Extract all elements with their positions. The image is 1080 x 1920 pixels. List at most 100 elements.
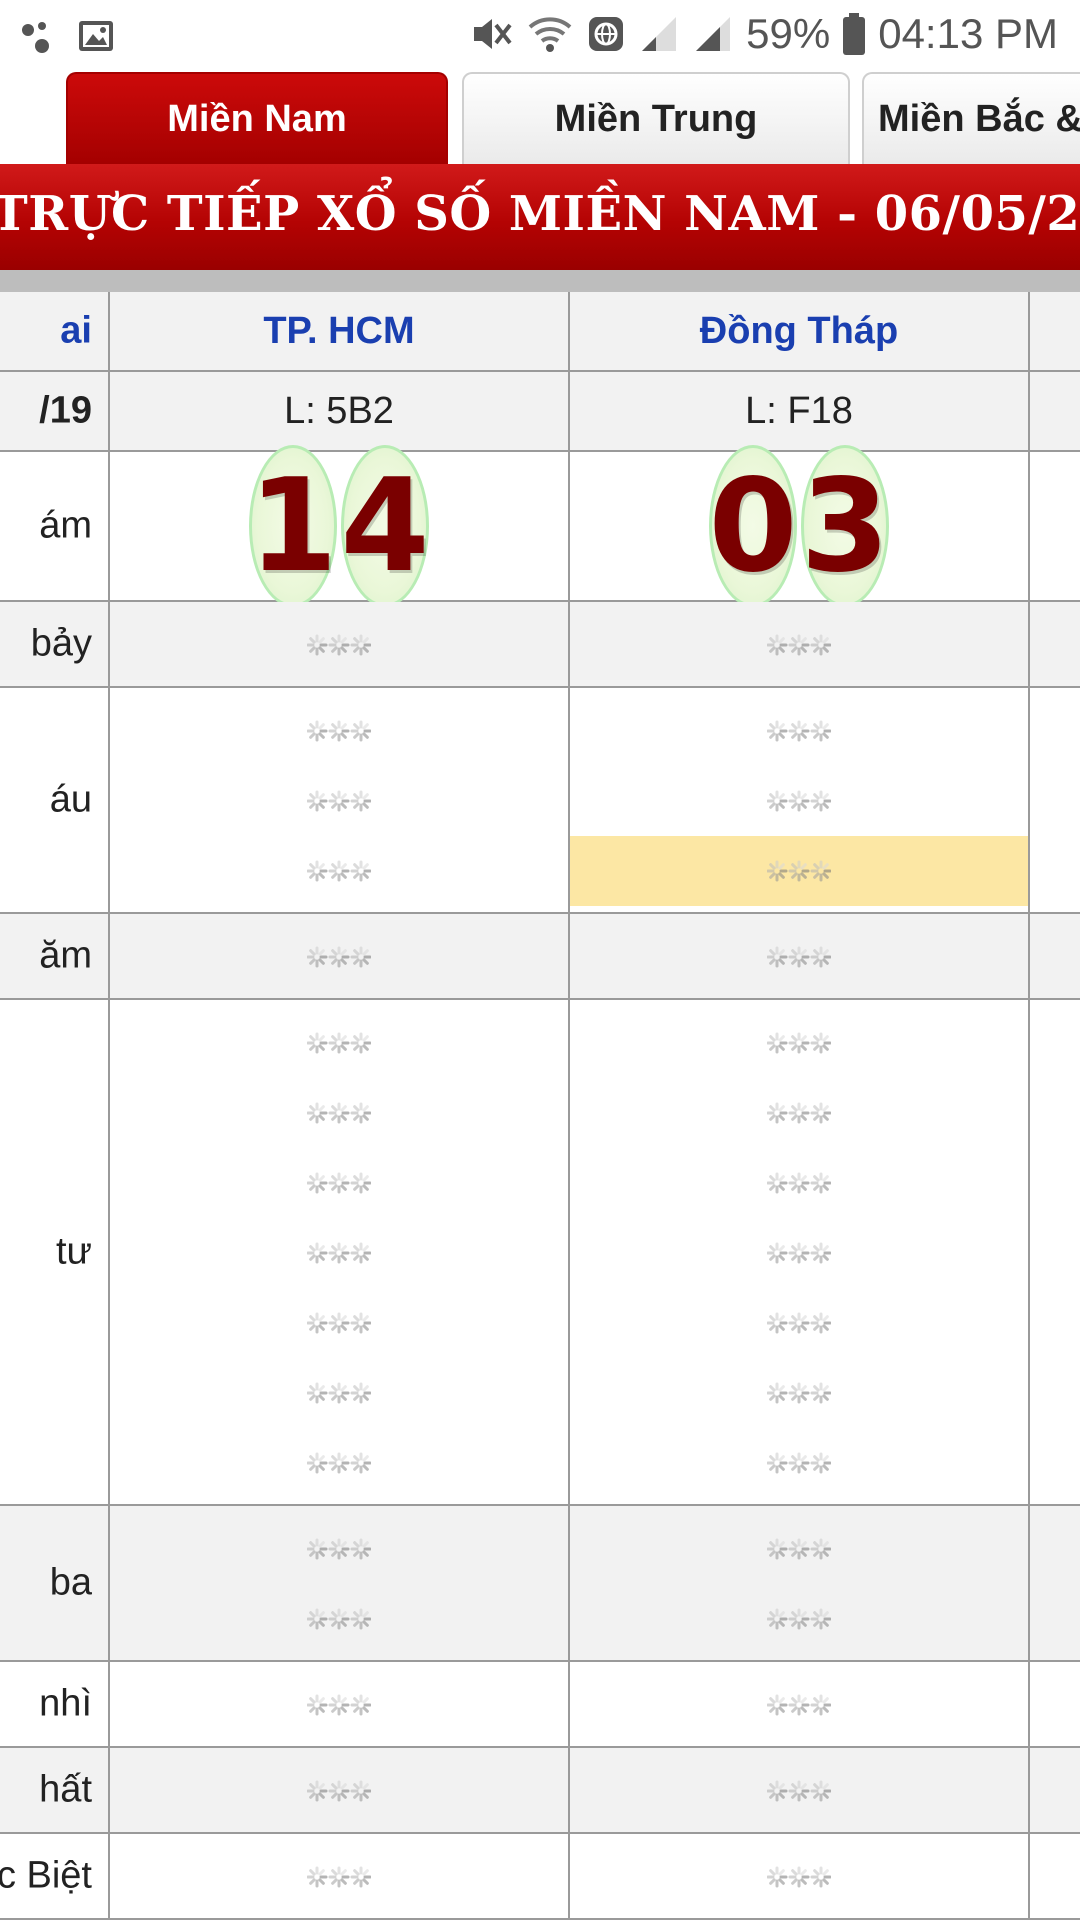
prize-result-cell	[110, 914, 568, 998]
header-label-cell: ai	[0, 292, 108, 370]
loading-spinner-icon	[307, 1382, 371, 1404]
prize-label: bảy	[30, 622, 92, 665]
lot-code-cell: L: F18	[570, 372, 1028, 450]
lot-code: L: 5B2	[284, 389, 394, 432]
result-slot	[110, 610, 568, 680]
signal-icon	[638, 13, 680, 55]
result-slot	[110, 1842, 568, 1912]
result-slot	[570, 1670, 1028, 1740]
column-divider	[1028, 292, 1030, 1920]
result-slot	[110, 1008, 568, 1078]
battery-icon	[842, 12, 866, 56]
result-slot	[110, 1756, 568, 1826]
prize-result-cell	[110, 1506, 568, 1660]
overflow-cell	[1030, 292, 1080, 370]
loading-spinner-icon	[767, 946, 831, 968]
loading-spinner-icon	[767, 1538, 831, 1560]
loading-spinner-icon	[767, 720, 831, 742]
overflow-cell	[1030, 452, 1080, 600]
result-slot	[570, 1358, 1028, 1428]
prize-row: nhì	[0, 1662, 1080, 1748]
result-slot	[110, 1584, 568, 1654]
results-banner: TRỰC TIẾP XỔ SỐ MIỀN NAM - 06/05/2019	[0, 164, 1080, 270]
battery-percent: 59%	[746, 10, 831, 57]
province-cell: TP. HCM	[110, 292, 568, 370]
result-slot	[570, 1584, 1028, 1654]
result-slots	[570, 1834, 1028, 1912]
prize-result-cell	[110, 1662, 568, 1746]
result-slots	[110, 914, 568, 992]
lot-row: /19 L: 5B2 L: F18	[0, 372, 1080, 452]
overflow-cell	[1030, 1000, 1080, 1504]
loading-spinner-icon	[767, 634, 831, 656]
prize-result-cell	[570, 688, 1028, 912]
result-slot	[570, 1288, 1028, 1358]
clock: 04:13 PM	[878, 10, 1058, 57]
result-slot	[110, 1288, 568, 1358]
result-slot	[570, 1514, 1028, 1584]
result-slot	[570, 1148, 1028, 1218]
prize-result-cell	[570, 1662, 1028, 1746]
result-slots	[110, 1662, 568, 1740]
prize-result-cell	[570, 1748, 1028, 1832]
prize-label: hất	[39, 1768, 92, 1811]
result-slots	[570, 914, 1028, 992]
prize-row: áu	[0, 688, 1080, 914]
prize-label: ám	[39, 504, 92, 547]
result-slot	[110, 1670, 568, 1740]
loading-spinner-icon	[307, 790, 371, 812]
prize-label-cell: áu	[0, 688, 108, 912]
result-slots	[570, 1748, 1028, 1826]
loading-spinner-icon	[307, 1608, 371, 1630]
loading-spinner-icon	[767, 1866, 831, 1888]
prize-row: ám 1 4 0 3	[0, 445, 1080, 607]
loading-spinner-icon	[767, 1694, 831, 1716]
result-slot	[110, 1358, 568, 1428]
prize-row: ba	[0, 1506, 1080, 1662]
status-bar: 59% 04:13 PM	[0, 0, 1080, 72]
loading-spinner-icon	[307, 1242, 371, 1264]
result-slot	[570, 1078, 1028, 1148]
loading-spinner-icon	[307, 1172, 371, 1194]
prize-label: c Biệt	[0, 1854, 92, 1897]
lot-code-cell: L: 5B2	[110, 372, 568, 450]
header-row: ai TP. HCM Đồng Tháp	[0, 292, 1080, 372]
prize-result-cell	[570, 1506, 1028, 1660]
result-slot	[570, 836, 1028, 906]
result-slots	[570, 1506, 1028, 1654]
result-slots	[110, 602, 568, 680]
tab-mien-bac[interactable]: Miền Bắc &	[862, 72, 1080, 164]
province-name[interactable]: Đồng Tháp	[700, 310, 898, 353]
result-slots	[110, 1000, 568, 1498]
overflow-cell	[1030, 372, 1080, 450]
wifi-icon	[526, 11, 574, 57]
prize-result-cell	[110, 1748, 568, 1832]
result-slot	[110, 1218, 568, 1288]
prize-label-cell: bảy	[0, 602, 108, 686]
result-digit: 0	[708, 445, 798, 607]
prize-label: ba	[49, 1561, 92, 1604]
overflow-cell	[1030, 1834, 1080, 1918]
loading-spinner-icon	[307, 1312, 371, 1334]
header-label: ai	[60, 309, 92, 352]
tab-mien-trung[interactable]: Miền Trung	[462, 72, 850, 164]
result-slot	[570, 696, 1028, 766]
prize-label-cell: ba	[0, 1506, 108, 1660]
province-name[interactable]: TP. HCM	[263, 310, 414, 353]
prize-label: áu	[49, 778, 92, 821]
divider	[0, 270, 1080, 292]
result-slot	[110, 1514, 568, 1584]
overflow-cell	[1030, 688, 1080, 912]
tab-mien-nam[interactable]: Miền Nam	[66, 72, 448, 164]
result-slots	[570, 1000, 1028, 1498]
result-digit: 1	[248, 445, 338, 607]
prize-result-cell: 14	[110, 445, 568, 607]
loading-spinner-icon	[307, 720, 371, 742]
prize-result-cell	[110, 688, 568, 912]
result-slots	[110, 1834, 568, 1912]
overflow-cell	[1030, 1748, 1080, 1832]
lot-code: L: F18	[745, 389, 853, 432]
loading-spinner-icon	[307, 1866, 371, 1888]
overflow-cell	[1030, 914, 1080, 998]
result-slots	[570, 1662, 1028, 1740]
